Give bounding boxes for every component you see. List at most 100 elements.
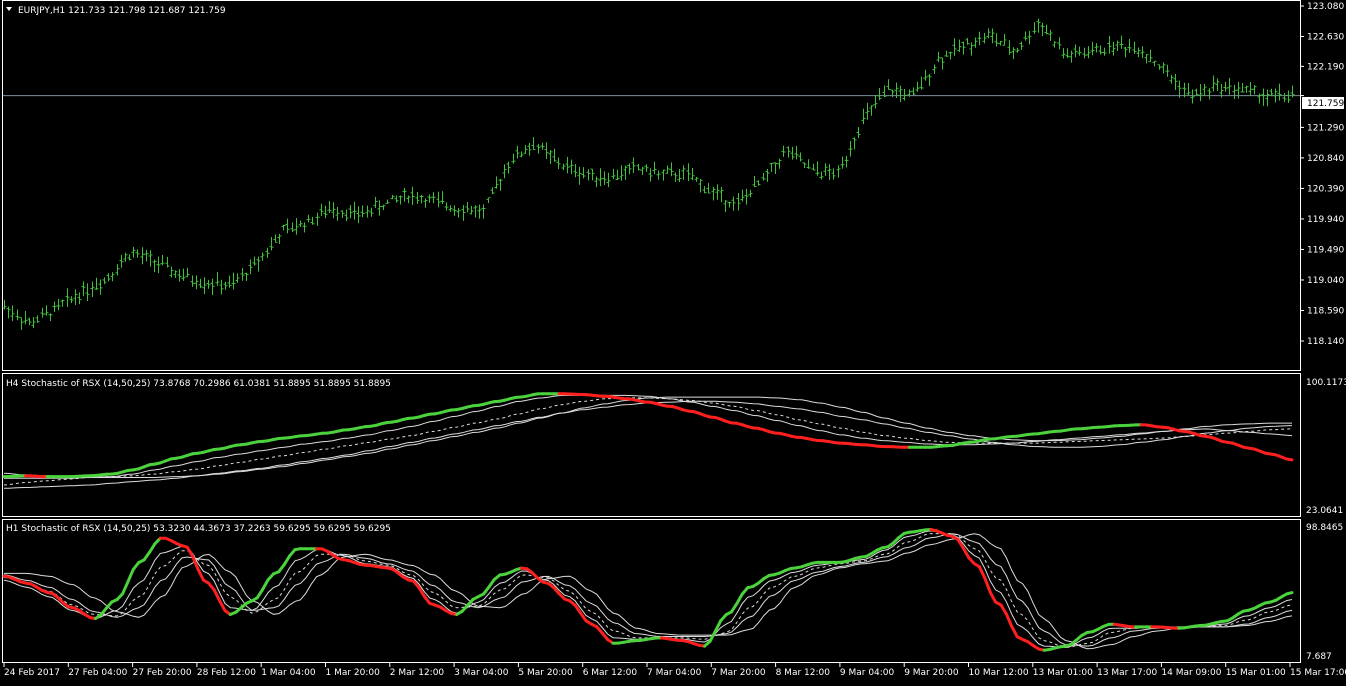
ohlc-bar xyxy=(978,32,982,46)
ohlc-bar xyxy=(149,250,153,267)
ohlc-bar xyxy=(241,268,245,281)
ohlc-bar xyxy=(295,218,299,235)
ohlc-bar xyxy=(682,165,686,180)
ohlc-bar xyxy=(303,222,307,232)
ohlc-bar xyxy=(1078,47,1082,56)
ohlc-bar xyxy=(91,282,95,298)
ohlc-bar xyxy=(707,183,711,193)
ohlc-bar xyxy=(136,249,140,257)
ohlc-bar xyxy=(357,206,361,223)
ohlc-bar xyxy=(812,164,816,171)
ohlc-bar xyxy=(432,192,436,203)
ohlc-bar xyxy=(595,177,599,188)
ohlc-bar xyxy=(1103,48,1107,56)
ohlc-bar xyxy=(211,279,215,295)
ohlc-bar xyxy=(1116,41,1120,51)
time-tick-label: 3 Mar 04:00 xyxy=(454,668,509,678)
ohlc-bar xyxy=(632,157,636,172)
ohlc-bar xyxy=(849,141,853,157)
ohlc-bar xyxy=(549,150,553,164)
price-bars xyxy=(3,19,1295,330)
ohlc-bar xyxy=(537,144,541,154)
ohlc-bar xyxy=(49,313,53,321)
ohlc-bar xyxy=(703,186,707,193)
ohlc-bar xyxy=(1199,84,1203,101)
time-tick-label: 13 Mar 01:00 xyxy=(1033,668,1093,678)
ohlc-bar xyxy=(1283,93,1287,102)
ohlc-bar xyxy=(1128,39,1132,53)
h1-main-line-rising xyxy=(150,544,155,553)
ohlc-bar xyxy=(999,41,1003,45)
ohlc-bar xyxy=(816,161,820,175)
time-tick-label: 28 Feb 12:00 xyxy=(197,668,256,678)
h4-main-line-falling xyxy=(1287,459,1292,460)
ohlc-bar xyxy=(1141,46,1145,58)
time-tick-label: 1 Mar 20:00 xyxy=(326,668,381,678)
ohlc-bar xyxy=(582,167,586,178)
ohlc-bar xyxy=(166,257,170,268)
h1-indicator-pane[interactable] xyxy=(3,520,1301,663)
ohlc-bar xyxy=(1066,48,1070,58)
triangle-down-icon[interactable] xyxy=(6,7,12,11)
ohlc-bar xyxy=(370,208,374,217)
ohlc-bar xyxy=(274,234,278,242)
ohlc-bar xyxy=(553,149,557,162)
h4-indicator-pane[interactable] xyxy=(3,374,1301,517)
time-tick-label: 9 Mar 04:00 xyxy=(840,668,895,678)
ohlc-bar xyxy=(612,169,616,179)
ohlc-bar xyxy=(361,205,365,217)
ohlc-bar xyxy=(236,273,240,283)
ohlc-bar xyxy=(478,205,482,219)
ohlc-bar xyxy=(520,151,524,157)
price-tick-label: 120.390 xyxy=(1307,184,1344,194)
ohlc-bar xyxy=(645,164,649,172)
ohlc-bar xyxy=(987,28,991,38)
ohlc-bar xyxy=(245,273,249,281)
h1-indicator-lines xyxy=(4,530,1292,651)
ohlc-bar xyxy=(57,299,61,310)
ohlc-bar xyxy=(111,272,115,281)
ohlc-bar xyxy=(607,173,611,187)
ohlc-bar xyxy=(1233,85,1237,99)
ohlc-bar xyxy=(974,37,978,47)
ohlc-bar xyxy=(145,250,149,262)
ohlc-bar xyxy=(853,137,857,149)
h1-band-line xyxy=(4,534,1292,649)
ohlc-bar xyxy=(161,255,165,265)
price-tick-label: 119.940 xyxy=(1307,215,1344,225)
ohlc-bar xyxy=(178,269,182,282)
h4-band-line xyxy=(4,395,1292,478)
h4-scale-top: 100.1173 xyxy=(1306,378,1346,388)
price-pane[interactable] xyxy=(3,1,1301,371)
ohlc-bar xyxy=(416,192,420,204)
ohlc-bar xyxy=(662,170,666,181)
ohlc-bar xyxy=(1112,42,1116,56)
ohlc-bar xyxy=(687,163,691,181)
ohlc-bar xyxy=(1191,89,1195,103)
chart-canvas[interactable]: 123.080122.630122.190121.290120.840120.3… xyxy=(0,0,1346,682)
ohlc-bar xyxy=(920,77,924,90)
ohlc-bar xyxy=(862,109,866,125)
h4-band-line xyxy=(4,397,1292,477)
ohlc-bar xyxy=(762,173,766,181)
ohlc-bar xyxy=(1174,74,1178,90)
ohlc-bar xyxy=(503,164,507,178)
h1-main-line-falling xyxy=(990,592,995,602)
ohlc-bar xyxy=(45,305,49,315)
ohlc-bar xyxy=(120,255,124,268)
h1-main-line-rising xyxy=(715,621,720,632)
ohlc-bar xyxy=(382,205,386,210)
ohlc-bar xyxy=(395,196,399,203)
ohlc-bar xyxy=(757,180,761,185)
ohlc-bar xyxy=(995,33,999,46)
ohlc-bar xyxy=(445,202,449,210)
ohlc-bar xyxy=(1266,90,1270,107)
ohlc-bar xyxy=(1091,42,1095,55)
ohlc-bar xyxy=(749,190,753,198)
ohlc-bar xyxy=(970,42,974,55)
ohlc-bar xyxy=(420,195,424,204)
ohlc-bar xyxy=(474,205,478,217)
price-tick-label: 118.140 xyxy=(1307,337,1344,347)
ohlc-bar xyxy=(437,192,441,208)
ohlc-bar xyxy=(1012,47,1016,59)
